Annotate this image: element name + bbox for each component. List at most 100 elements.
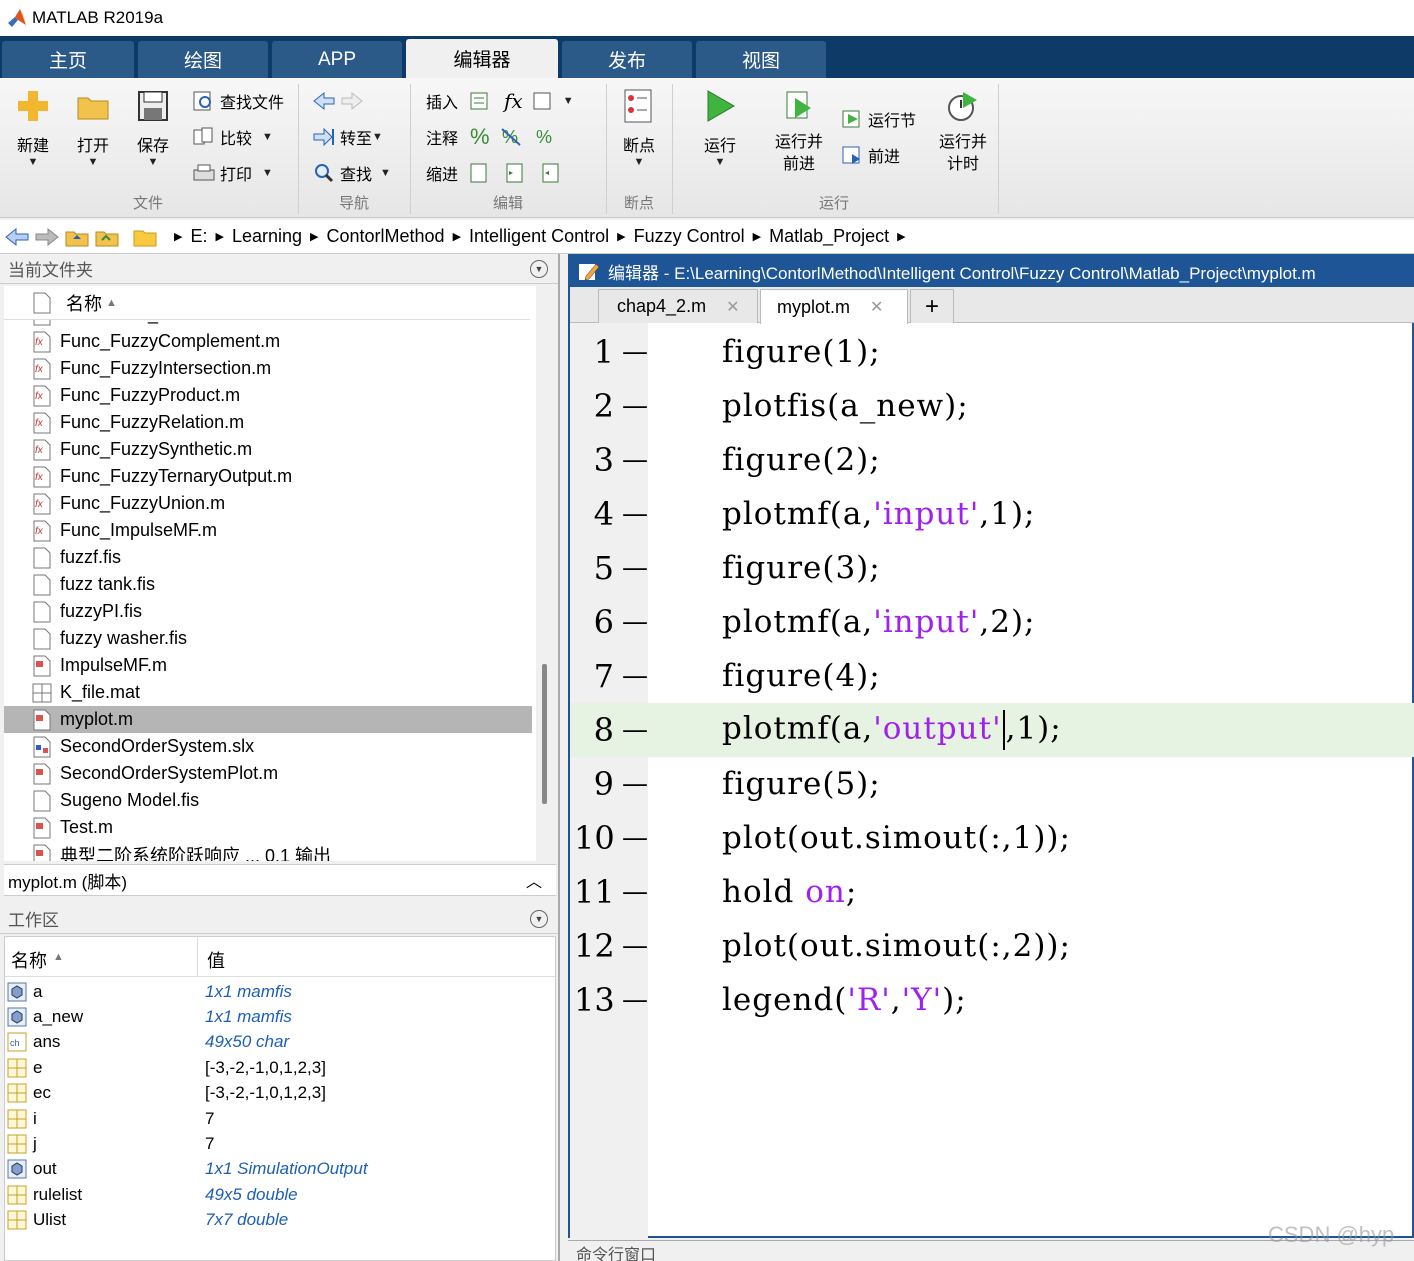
file-row[interactable]: myplot.m <box>4 706 532 733</box>
code-line[interactable]: 3 — figure(2); <box>570 433 1414 487</box>
file-row[interactable]: Test.m <box>4 814 532 841</box>
nav-arrows[interactable] <box>312 88 368 114</box>
run-and-time-button[interactable]: 运行并 计时 <box>934 88 992 176</box>
up-folder-icon[interactable] <box>64 226 90 248</box>
breakpoint-marker[interactable]: — <box>622 607 648 637</box>
code-line[interactable]: 6 — plotmf(a,'input',2); <box>570 595 1414 649</box>
file-row[interactable]: fx Func_FuzzySynthetic.m <box>4 436 532 463</box>
breakpoint-marker[interactable]: — <box>622 715 648 745</box>
breadcrumb-drive[interactable]: E: ▶ <box>190 226 223 247</box>
breakpoint-marker[interactable]: — <box>622 769 648 799</box>
file-row[interactable]: SecondOrderSystem.slx <box>4 733 532 760</box>
open-button[interactable]: 打开 ▼ <box>72 88 114 168</box>
workspace-row[interactable]: out 1x1 SimulationOutput <box>5 1157 555 1182</box>
workspace-row[interactable]: e [-3,-2,-1,0,1,2,3] <box>5 1055 555 1080</box>
find-button[interactable]: 查找 ▼ <box>312 160 391 186</box>
code-line[interactable]: 2 — plotfis(a_new); <box>570 379 1414 433</box>
goto-button[interactable]: 转至 ▼ <box>312 124 383 150</box>
file-list-header[interactable]: 名称 ▲ <box>4 286 530 320</box>
file-row[interactable]: fuzzyPI.fis <box>4 598 532 625</box>
file-row[interactable]: fx Func_FuzzyUnion.m <box>4 490 532 517</box>
file-row[interactable]: fx Func_FuzzyRelation.m <box>4 409 532 436</box>
breakpoint-marker[interactable]: — <box>622 553 648 583</box>
print-button[interactable]: 打印 ▼ <box>192 160 273 186</box>
editor-tab-chap4-2[interactable]: chap4_2.m ✕ <box>598 289 758 323</box>
details-bar[interactable]: myplot.m (脚本) ︿ <box>4 864 556 896</box>
file-row[interactable]: fx Func_FuzzyProduct.m <box>4 382 532 409</box>
breakpoint-marker[interactable]: — <box>622 445 648 475</box>
file-row[interactable]: fuzz tank.fis <box>4 571 532 598</box>
run-section-button[interactable]: 运行节 <box>840 106 916 132</box>
compare-button[interactable]: 比较 ▼ <box>192 124 273 150</box>
panel-menu-icon[interactable]: ▼ <box>530 259 548 278</box>
fx-icon[interactable]: fx <box>504 89 523 113</box>
code-line[interactable]: 8 — plotmf(a,'output' ,1); <box>570 703 1414 757</box>
breakpoints-button[interactable]: 断点 ▼ <box>618 88 660 168</box>
file-row[interactable]: fuzzf.fis <box>4 544 532 571</box>
workspace-row[interactable]: j7 <box>5 1131 555 1156</box>
code-line[interactable]: 10— plot(out.simout(:,1)); <box>570 811 1414 865</box>
back-arrow-icon[interactable] <box>4 226 30 248</box>
chevron-up-icon[interactable]: ︿ <box>526 868 542 892</box>
file-row[interactable]: Sugeno Model.fis <box>4 787 532 814</box>
file-row[interactable]: 典型二阶系统阶跃响应 ... 0.1 输出 <box>4 841 532 861</box>
breakpoint-marker[interactable]: — <box>622 391 648 421</box>
file-list-scrollbar[interactable] <box>542 664 547 804</box>
tab-apps[interactable]: APP <box>272 41 402 78</box>
save-button[interactable]: 保存 ▼ <box>132 88 174 168</box>
forward-arrow-icon[interactable] <box>34 226 60 248</box>
code-line[interactable]: 5 — figure(3); <box>570 541 1414 595</box>
code-line[interactable]: 4 — plotmf(a,'input',1); <box>570 487 1414 541</box>
tab-publish[interactable]: 发布 <box>562 41 692 78</box>
find-files-button[interactable]: 查找文件 <box>192 88 284 114</box>
code-line[interactable]: 13— legend('R','Y'); <box>570 973 1414 1027</box>
workspace-row[interactable]: a_new 1x1 mamfis <box>5 1004 555 1029</box>
code-line[interactable]: 7 — figure(4); <box>570 649 1414 703</box>
workspace-row[interactable]: i7 <box>5 1106 555 1131</box>
breadcrumb-contorlmethod[interactable]: ContorlMethod ▶ <box>326 226 461 247</box>
browse-folder-icon[interactable] <box>94 226 120 248</box>
code-line[interactable]: 1 — figure(1); <box>570 325 1414 379</box>
breakpoint-marker[interactable]: — <box>622 661 648 691</box>
code-line[interactable]: 12— plot(out.simout(:,2)); <box>570 919 1414 973</box>
breakpoint-marker[interactable]: — <box>622 499 648 529</box>
advance-button[interactable]: 前进 <box>840 142 900 168</box>
tab-home[interactable]: 主页 <box>2 41 134 78</box>
breadcrumb-matlab-project[interactable]: Matlab_Project ▶ <box>769 226 906 247</box>
new-button[interactable]: 新建 ▼ <box>12 88 54 168</box>
breakpoint-marker[interactable]: — <box>622 985 648 1015</box>
file-row[interactable]: fx Func_FuzzyIntersection.m <box>4 355 532 382</box>
breadcrumb-fuzzy-control[interactable]: Fuzzy Control ▶ <box>634 226 762 247</box>
indent-button[interactable]: 缩进 <box>426 160 568 186</box>
file-row[interactable]: K_file.mat <box>4 679 532 706</box>
comment-button[interactable]: 注释 % % % <box>426 124 562 150</box>
tab-editor[interactable]: 编辑器 <box>406 39 558 78</box>
run-advance-button[interactable]: 运行并 前进 <box>770 88 828 176</box>
workspace-row[interactable]: ch ans 49x50 char <box>5 1030 555 1055</box>
breakpoint-marker[interactable]: — <box>622 337 648 367</box>
workspace-row[interactable]: rulelist 49x5 double <box>5 1182 555 1207</box>
code-line[interactable]: 11— hold on; <box>570 865 1414 919</box>
breakpoint-marker[interactable]: — <box>622 823 648 853</box>
workspace-row[interactable]: Ulist 7x7 double <box>5 1208 555 1233</box>
close-tab-icon[interactable]: ✕ <box>726 297 739 317</box>
file-row[interactable]: ImpulseMF.m <box>4 652 532 679</box>
add-tab-button[interactable]: + <box>910 289 954 323</box>
workspace-list-header[interactable]: 名称 ▲ 值 <box>5 937 555 977</box>
panel-menu-icon[interactable]: ▼ <box>530 909 548 928</box>
file-row[interactable]: fuzzy washer.fis <box>4 625 532 652</box>
file-row[interactable]: fx Func_ImpulseMF.m <box>4 517 532 544</box>
editor-tab-myplot[interactable]: myplot.m ✕ <box>760 289 908 324</box>
breakpoint-marker[interactable]: — <box>622 931 648 961</box>
tab-plots[interactable]: 绘图 <box>138 41 268 78</box>
file-row[interactable]: fx Func_FuzzyTernaryOutput.m <box>4 463 532 490</box>
workspace-row[interactable]: a 1x1 mamfis <box>5 979 555 1004</box>
breakpoint-marker[interactable]: — <box>622 877 648 907</box>
tab-view[interactable]: 视图 <box>696 41 826 78</box>
file-row[interactable]: SecondOrderSystemPlot.m <box>4 760 532 787</box>
insert-button[interactable]: 插入 fx ▼ <box>426 88 574 114</box>
code-line[interactable]: 9 — figure(5); <box>570 757 1414 811</box>
breadcrumb-learning[interactable]: Learning ▶ <box>232 226 319 247</box>
file-row[interactable]: fx Func_FuzzyComplement.m <box>4 328 532 355</box>
run-button[interactable]: 运行 ▼ <box>698 88 742 168</box>
